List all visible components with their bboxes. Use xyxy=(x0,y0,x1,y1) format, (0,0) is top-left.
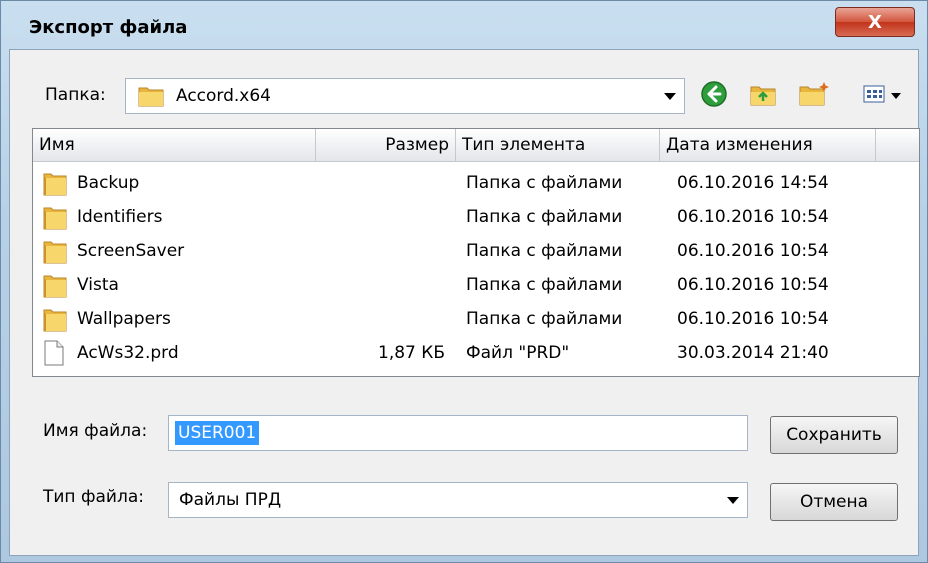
file-name: Identifiers xyxy=(77,207,163,227)
dialog-title: Экспорт файла xyxy=(29,17,188,38)
file-name: Vista xyxy=(77,275,119,295)
title-bar[interactable]: Экспорт файла X xyxy=(1,1,927,49)
folder-combo[interactable]: Accord.x64 xyxy=(125,78,685,114)
file-date: 06.10.2016 14:54 xyxy=(677,173,829,193)
file-date: 30.03.2014 21:40 xyxy=(677,343,829,363)
folder-name: Accord.x64 xyxy=(176,86,272,106)
folder-icon xyxy=(43,238,67,269)
chevron-down-icon[interactable] xyxy=(664,93,676,100)
file-type: Папка с файлами xyxy=(466,275,623,295)
folder-icon xyxy=(43,204,67,235)
file-name: AcWs32.prd xyxy=(77,343,179,363)
file-date: 06.10.2016 10:54 xyxy=(677,241,829,261)
file-type: Папка с файлами xyxy=(466,207,623,227)
table-row[interactable]: Vista Папка с файлами 06.10.2016 10:54 xyxy=(33,268,919,302)
list-header: Имя Размер Тип элемента Дата изменения xyxy=(33,129,919,162)
file-type: Папка с файлами xyxy=(466,309,623,329)
folder-icon xyxy=(43,170,67,201)
filetype-label: Тип файла: xyxy=(43,487,144,507)
filetype-select[interactable]: Файлы ПРД xyxy=(168,482,748,518)
file-type: Папка с файлами xyxy=(466,173,623,193)
file-name: Wallpapers xyxy=(77,309,171,329)
close-icon: X xyxy=(868,11,882,33)
file-list[interactable]: Имя Размер Тип элемента Дата изменения B… xyxy=(32,128,920,377)
file-type: Папка с файлами xyxy=(466,241,623,261)
folder-label: Папка: xyxy=(45,85,106,105)
file-date: 06.10.2016 10:54 xyxy=(677,309,829,329)
file-name: Backup xyxy=(77,173,140,193)
close-button[interactable]: X xyxy=(835,7,915,37)
file-size: 1,87 КБ xyxy=(378,343,445,363)
up-folder-icon xyxy=(749,81,779,112)
back-icon xyxy=(700,80,728,113)
column-header-size[interactable]: Размер xyxy=(316,129,456,161)
new-folder-button[interactable] xyxy=(794,78,834,114)
table-row[interactable]: Backup Папка с файлами 06.10.2016 14:54 xyxy=(33,166,919,200)
folder-icon xyxy=(138,85,164,112)
folder-icon xyxy=(43,272,67,303)
file-icon xyxy=(43,340,65,371)
view-menu-icon xyxy=(863,85,885,108)
export-file-dialog: Экспорт файла X Папка: Accord.x64 Имя Ра… xyxy=(0,0,928,563)
table-row[interactable]: ScreenSaver Папка с файлами 06.10.2016 10:… xyxy=(33,234,919,268)
file-type: Файл "PRD" xyxy=(466,343,570,363)
dialog-body: Папка: Accord.x64 Имя Размер Тип элемент… xyxy=(9,49,920,556)
back-button[interactable] xyxy=(694,78,734,114)
file-name: ScreenSaver xyxy=(77,241,185,261)
filename-label: Имя файла: xyxy=(43,421,148,441)
save-button[interactable]: Сохранить xyxy=(770,416,898,454)
column-header-date[interactable]: Дата изменения xyxy=(660,129,876,161)
filetype-value: Файлы ПРД xyxy=(179,490,282,510)
new-folder-icon xyxy=(798,81,830,112)
chevron-down-icon[interactable] xyxy=(727,497,739,504)
table-row[interactable]: AcWs32.prd 1,87 КБ Файл "PRD" 30.03.2014 21… xyxy=(33,336,919,370)
file-date: 06.10.2016 10:54 xyxy=(677,275,829,295)
folder-icon xyxy=(43,306,67,337)
file-date: 06.10.2016 10:54 xyxy=(677,207,829,227)
view-menu-button[interactable] xyxy=(852,78,912,114)
column-header-name[interactable]: Имя xyxy=(33,129,316,161)
filename-value: USER001 xyxy=(175,421,260,445)
cancel-button[interactable]: Отмена xyxy=(770,483,898,521)
column-header-type[interactable]: Тип элемента xyxy=(456,129,660,161)
table-row[interactable]: Identifiers Папка с файлами 06.10.2016 10:… xyxy=(33,200,919,234)
chevron-down-icon xyxy=(891,93,901,99)
up-folder-button[interactable] xyxy=(744,78,784,114)
table-row[interactable]: Wallpapers Папка с файлами 06.10.2016 10:5… xyxy=(33,302,919,336)
column-header-empty xyxy=(876,129,919,161)
filename-input[interactable]: USER001 xyxy=(168,415,748,451)
